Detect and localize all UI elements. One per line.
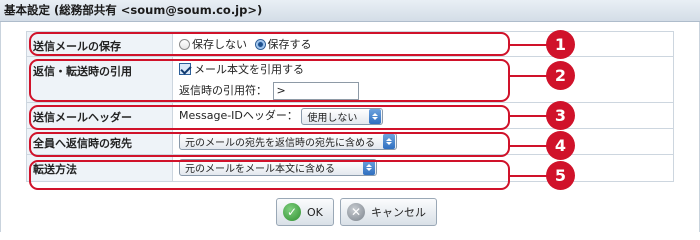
select-arrows-icon: [383, 134, 395, 149]
callout-badge-2: 2: [546, 61, 575, 90]
callout-connector-5: [509, 175, 547, 177]
quote-checkbox[interactable]: [179, 63, 191, 75]
save-sent-value: 保存しない 保存する: [172, 31, 674, 57]
reply-all-select-value: 元のメールの宛先を返信時の宛先に含める: [185, 138, 375, 149]
reply-all-select[interactable]: 元のメールの宛先を返信時の宛先に含める: [179, 133, 397, 150]
callout-connector-1: [509, 44, 547, 46]
quote-char-input[interactable]: >: [272, 82, 359, 100]
cancel-button[interactable]: ✕ キャンセル: [340, 198, 437, 226]
quote-checkbox-label: メール本文を引用する: [194, 63, 304, 76]
radio-save-label: 保存する: [267, 38, 312, 51]
radio-no-save[interactable]: 保存しない: [179, 36, 247, 52]
select-arrows-icon: [369, 108, 382, 124]
page-title: 基本設定 (総務部共有 <soum@soum.co.jp>): [0, 0, 700, 22]
settings-table: 送信メールの保存 保存しない 保存する 返信・転送時の引用 メール本文を引用する…: [26, 31, 674, 182]
callout-connector-2: [509, 75, 547, 77]
select-arrows-icon: [363, 160, 375, 175]
quote-value: メール本文を引用する 返信時の引用符： >: [172, 56, 674, 103]
row-quote: 返信・転送時の引用 メール本文を引用する 返信時の引用符： >: [26, 56, 674, 103]
forward-label: 転送方法: [26, 154, 173, 182]
message-id-select-value: 使用しない: [307, 112, 358, 124]
radio-no-save-label: 保存しない: [192, 38, 247, 51]
row-header: 送信メールヘッダー Message-IDヘッダー： 使用しない: [26, 102, 674, 129]
callout-badge-3: 3: [546, 101, 575, 130]
save-sent-label: 送信メールの保存: [26, 31, 173, 57]
quote-char-label: 返信時の引用符：: [179, 84, 267, 97]
radio-no-save-circle[interactable]: [179, 38, 190, 50]
quote-label: 返信・転送時の引用: [26, 56, 173, 103]
callout-badge-1: 1: [546, 30, 575, 59]
callout-badge-4: 4: [546, 131, 575, 160]
callout-connector-3: [509, 115, 547, 117]
radio-save[interactable]: 保存する: [254, 36, 312, 52]
forward-select-value: 元のメールをメール本文に含める: [185, 164, 335, 175]
reply-all-label: 全員へ返信時の宛先: [26, 128, 173, 155]
callout-badge-5: 5: [546, 161, 575, 190]
message-id-label: Message-IDヘッダー：: [179, 109, 298, 122]
radio-save-circle[interactable]: [254, 38, 266, 50]
reply-all-value: 元のメールの宛先を返信時の宛先に含める: [172, 128, 674, 155]
header-setting-value: Message-IDヘッダー： 使用しない: [172, 102, 674, 129]
ok-button-label: OK: [307, 205, 323, 219]
forward-value: 元のメールをメール本文に含める: [172, 154, 674, 182]
message-id-select[interactable]: 使用しない: [301, 107, 384, 125]
row-forward: 転送方法 元のメールをメール本文に含める: [26, 154, 674, 182]
check-icon: ✓: [283, 203, 301, 221]
cancel-button-label: キャンセル: [371, 206, 426, 219]
ok-button[interactable]: ✓ OK: [276, 198, 334, 226]
header-setting-label: 送信メールヘッダー: [26, 102, 173, 129]
row-save-sent: 送信メールの保存 保存しない 保存する: [26, 31, 674, 57]
forward-select[interactable]: 元のメールをメール本文に含める: [179, 159, 377, 176]
close-icon: ✕: [347, 203, 365, 221]
callout-connector-4: [509, 145, 547, 147]
row-reply-all: 全員へ返信時の宛先 元のメールの宛先を返信時の宛先に含める: [26, 128, 674, 155]
